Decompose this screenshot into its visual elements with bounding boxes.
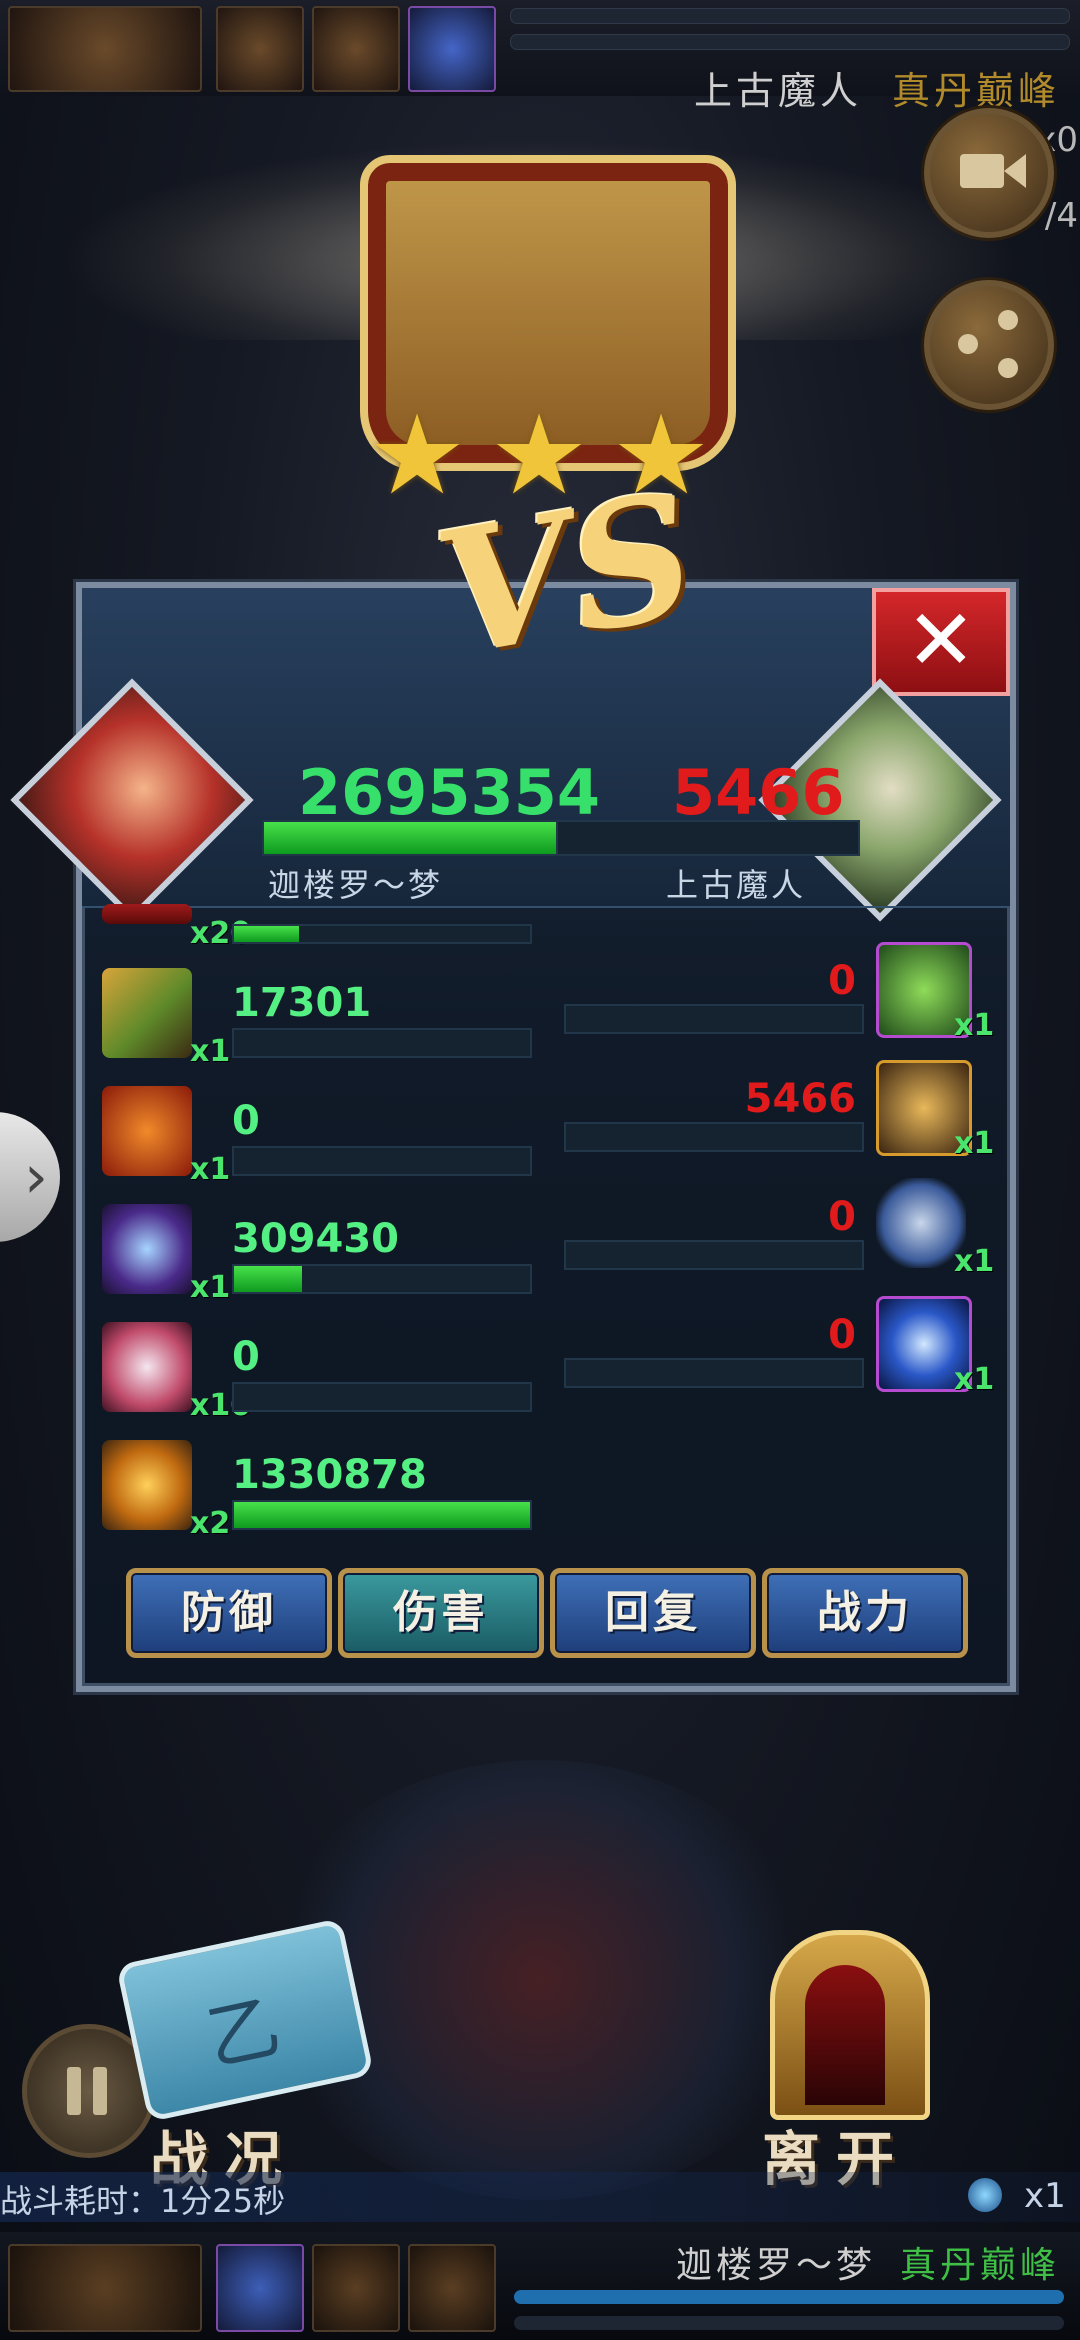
player-skill-slot-2[interactable]: [216, 2244, 304, 2332]
enemy-skill-count: x1: [954, 1362, 995, 1397]
enemy-skill-slot-1: [8, 6, 202, 92]
skill-bar: [232, 1382, 532, 1412]
player-name: 迦楼罗～梦: [268, 866, 444, 904]
enemy-hp-bars: [510, 8, 1070, 64]
player-skill-slot-4[interactable]: [408, 2244, 496, 2332]
enemy-skill-bar: [564, 1004, 864, 1034]
skill-value: 309430: [232, 1216, 399, 1262]
skill-count: x1: [190, 1270, 231, 1305]
battle-time: 战斗耗时：1分25秒: [0, 2182, 286, 2220]
enemy-name: 上古魔人: [693, 69, 862, 113]
skill-bar: [232, 1500, 532, 1530]
skill-value: 0: [232, 1334, 260, 1380]
player-mp-bar: [514, 2316, 1064, 2330]
tab-damage[interactable]: 伤害: [338, 1568, 544, 1658]
skill-value: 0: [232, 1098, 260, 1144]
player-power-bar: [262, 820, 566, 856]
enemy-skill-bar: [564, 1358, 864, 1388]
enemy-power-bar: [556, 820, 860, 856]
vs-logo: VS: [423, 454, 710, 696]
partial-count-2: /4: [1044, 196, 1078, 236]
skill-count: x1: [190, 1034, 231, 1069]
skill-count: x2: [190, 1506, 231, 1541]
skill-count: x1: [190, 1152, 231, 1187]
leave-button[interactable]: [770, 1930, 930, 2120]
skill-value: 17301: [232, 980, 372, 1026]
enemy-skill-count: x1: [954, 1126, 995, 1161]
blade-icon: [102, 1204, 192, 1294]
enemy-power-value: 5466: [672, 756, 845, 829]
vs-stats-panel: VS ✕ 2695354 5466 迦楼罗～梦 上古魔人 x2 0 x1 1730…: [10, 455, 1016, 1692]
side-expand-button[interactable]: ›: [0, 1112, 60, 1242]
partial-skill-icon: [102, 904, 192, 924]
skill-value: 1330878: [232, 1452, 427, 1498]
hammer-icon: [876, 1178, 966, 1268]
enemy-skill-count: x1: [954, 1008, 995, 1043]
enemy-skill-bar: [564, 1240, 864, 1270]
enemy-skill-slot-4: [408, 6, 496, 92]
player-skill-slot-1[interactable]: [8, 2244, 202, 2332]
enemy-skill-value: 0: [828, 1194, 856, 1240]
enemy-skill-value: 0: [828, 1312, 856, 1358]
pause-icon: [93, 2067, 107, 2115]
enemy-skill-value: 0: [828, 958, 856, 1004]
player-skill-slot-3[interactable]: [312, 2244, 400, 2332]
player-power-value: 2695354: [298, 756, 600, 829]
fire-blade-icon: [102, 1440, 192, 1530]
enemy-title: 上古魔人 真丹巅峰: [694, 60, 1060, 115]
orb-icon: [968, 2178, 1002, 2212]
close-button[interactable]: ✕: [872, 588, 1010, 696]
enemy-realm: 真丹巅峰: [891, 69, 1060, 113]
enemy-skill-value: 5466: [744, 1076, 856, 1122]
tab-defense[interactable]: 防御: [126, 1568, 332, 1658]
orb-count: x1: [1024, 2176, 1066, 2216]
close-icon: ✕: [905, 591, 977, 689]
sword-icon: [102, 968, 192, 1058]
portal-icon: [805, 1965, 885, 2105]
tab-combat-power[interactable]: 战力: [762, 1568, 968, 1658]
enemy-skill-count: x1: [954, 1244, 995, 1279]
enemy-name-label: 上古魔人: [666, 866, 807, 904]
header-divider: [82, 906, 1010, 908]
armor-icon: [102, 1086, 192, 1176]
enemy-skill-slot-3: [312, 6, 400, 92]
player-hp-bar: [514, 2290, 1064, 2304]
pause-icon: [67, 2067, 81, 2115]
player-title: 迦楼罗～梦 真丹巅峰: [676, 2236, 1060, 2288]
tab-recovery[interactable]: 回复: [550, 1568, 756, 1658]
enemy-skill-bar: [564, 1122, 864, 1152]
skill-bar: [232, 1146, 532, 1176]
player-realm: 真丹巅峰: [899, 2245, 1060, 2286]
skill-bar: [232, 1264, 532, 1294]
partial-skill-bar: [232, 924, 532, 944]
scroll-icon: 乙: [199, 1983, 288, 2082]
enemy-skill-slot-2: [216, 6, 304, 92]
player-hud-name: 迦楼罗～梦: [675, 2245, 876, 2286]
skill-bar: [232, 1028, 532, 1058]
mask-icon: [102, 1322, 192, 1412]
